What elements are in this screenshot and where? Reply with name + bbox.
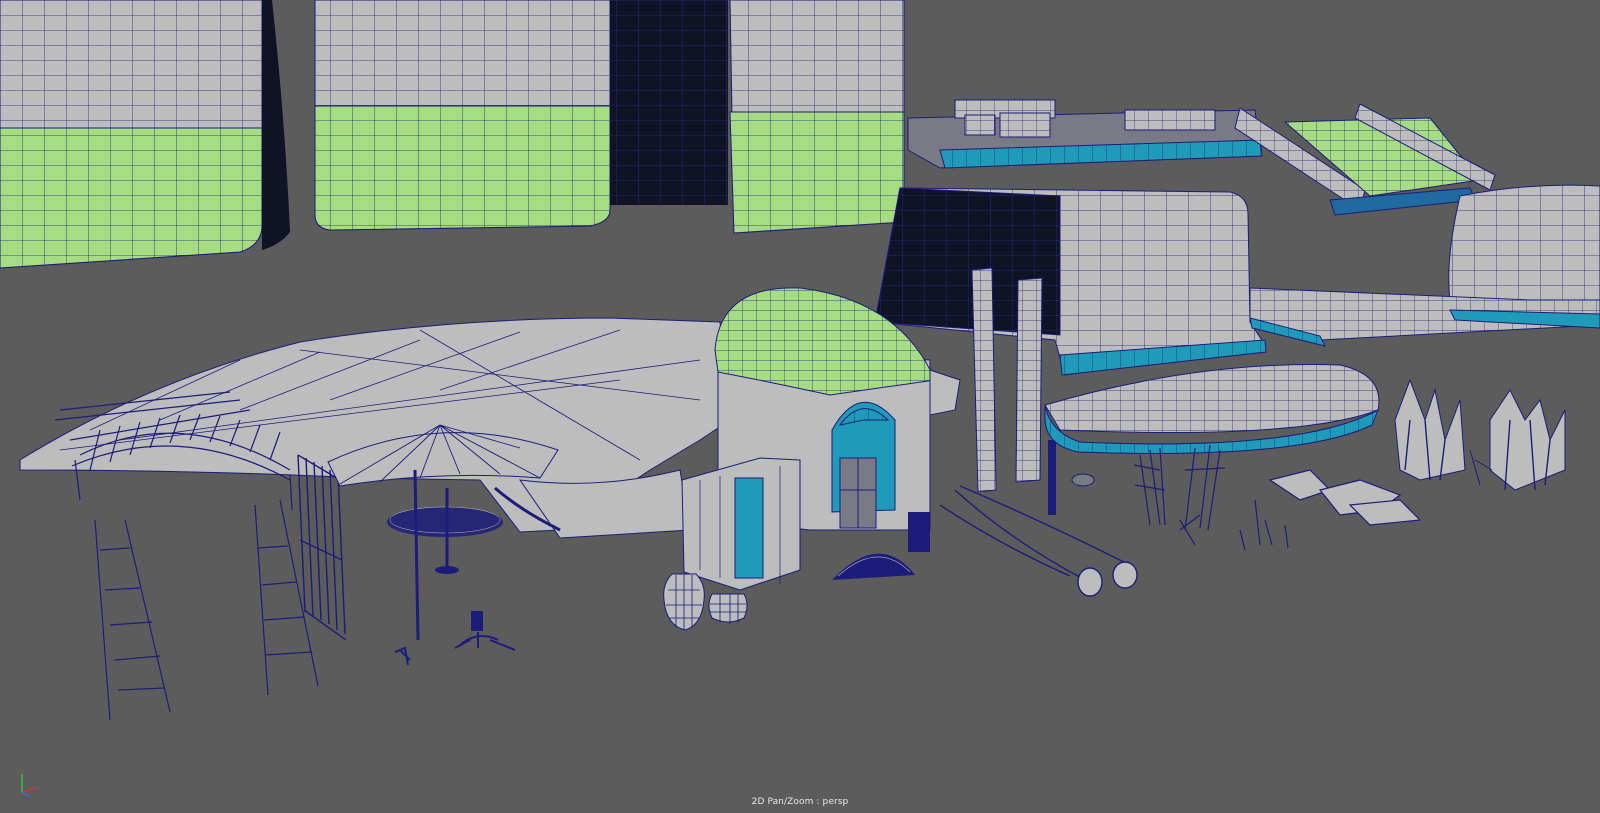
plant-cluster[interactable] (1133, 444, 1422, 551)
agave-plants[interactable] (1394, 378, 1566, 491)
round-planter-right[interactable] (1249, 184, 1600, 347)
camera-label: 2D Pan/Zoom : persp (751, 797, 849, 807)
scene-canvas[interactable] (0, 0, 1600, 813)
clay-vase-tall[interactable] (663, 573, 705, 631)
curved-terrace-slab[interactable] (1044, 364, 1380, 454)
tower-cylinder-left[interactable] (0, 0, 290, 269)
parasol-table[interactable] (327, 424, 561, 641)
maya-viewport[interactable]: 2D Pan/Zoom : persp (0, 0, 1600, 813)
terrace-platform-back[interactable] (907, 99, 1263, 169)
staircase-ramp[interactable] (1234, 103, 1496, 216)
hanging-ropes[interactable] (939, 485, 1138, 597)
axis-gizmo-icon (21, 774, 37, 797)
terrain-slab[interactable] (19, 317, 731, 539)
tower-cylinder-middle[interactable] (314, 0, 611, 231)
backface-wall[interactable] (610, 0, 728, 205)
clay-vase-short[interactable] (708, 593, 748, 624)
small-booth[interactable] (681, 457, 801, 591)
wall-lamp[interactable] (394, 611, 516, 666)
curved-wall-panel[interactable] (874, 187, 1267, 376)
tower-cylinder-right[interactable] (729, 0, 905, 234)
